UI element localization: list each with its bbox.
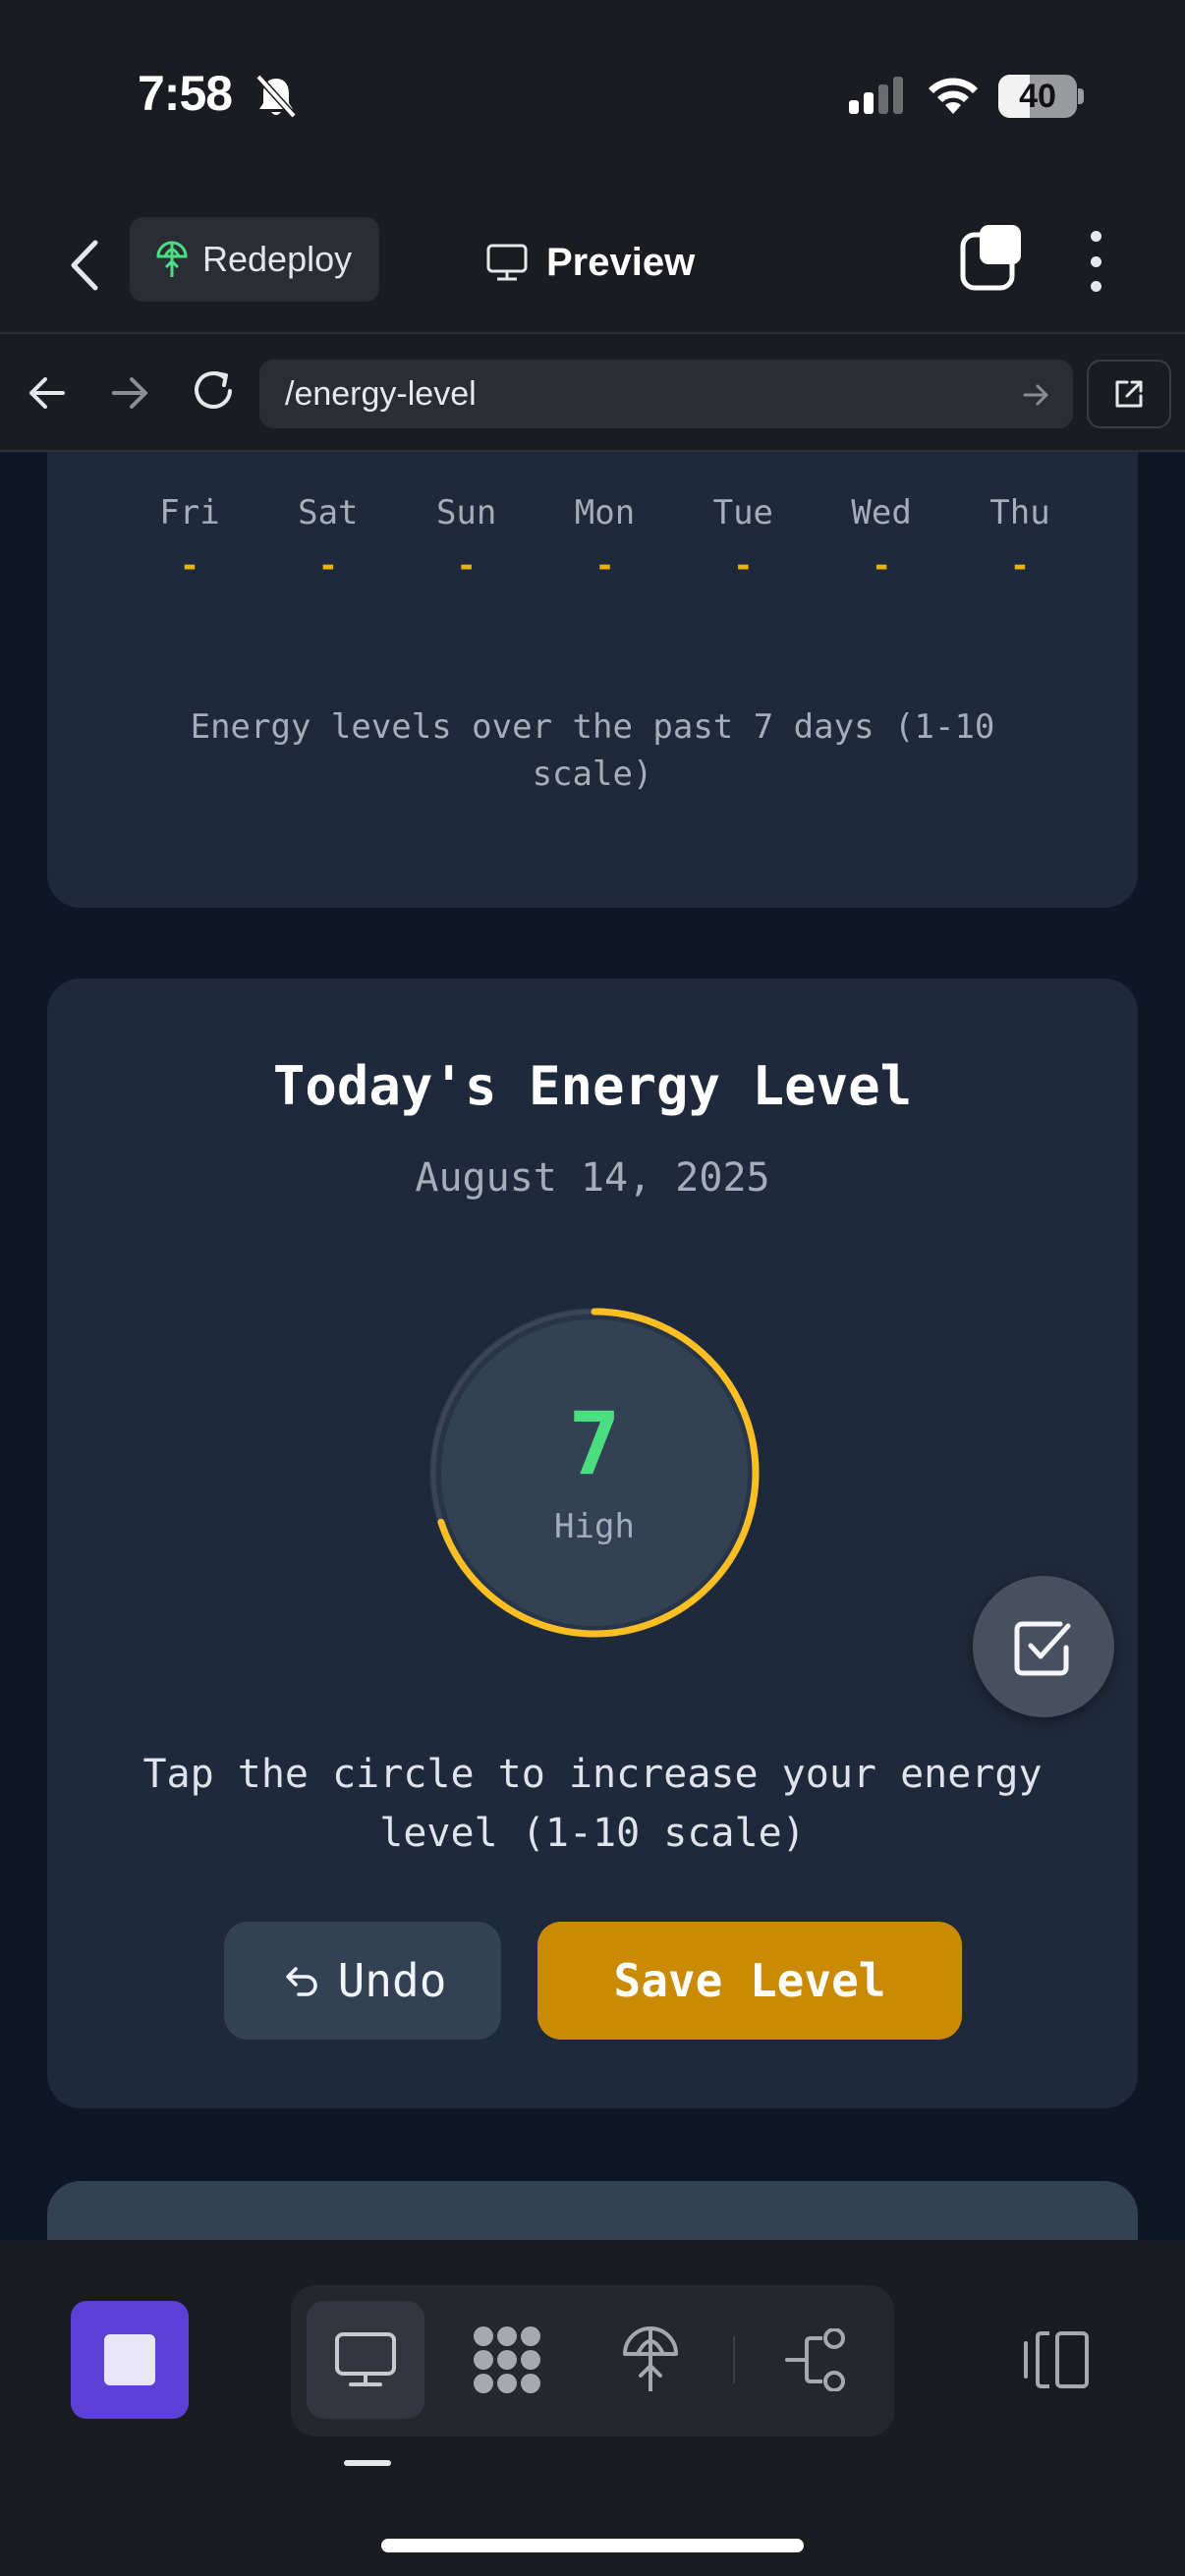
- instruction-text: Tap the circle to increase your energy l…: [142, 1752, 1043, 1856]
- redeploy-label: Redeploy: [202, 239, 353, 279]
- energy-history-card: Fri - Sat - Sun - Mon - Tue - Wed - Thu …: [47, 452, 1138, 908]
- undo-button[interactable]: Undo: [224, 1922, 501, 2040]
- tabs-button[interactable]: [958, 221, 1027, 296]
- panel-layout-icon: [1024, 2331, 1089, 2388]
- day-value: -: [317, 546, 339, 586]
- preview-tool-button[interactable]: [307, 2301, 424, 2419]
- active-tab-indicator: [344, 2460, 391, 2466]
- bell-muted-icon: [254, 73, 299, 125]
- day-column: Tue -: [694, 493, 792, 586]
- reload-icon: [195, 371, 232, 409]
- history-caption: Energy levels over the past 7 days (1-10…: [190, 707, 995, 794]
- day-name: Sun: [435, 493, 497, 532]
- days-row: Fri - Sat - Sun - Mon - Tue - Wed - Thu …: [159, 493, 1069, 586]
- arrow-right-icon: [1023, 384, 1048, 406]
- layout-toggle-button[interactable]: [1012, 2301, 1100, 2419]
- bottom-toolbar: [0, 2240, 1185, 2576]
- monitor-icon: [335, 2332, 396, 2386]
- checkbox-icon: [1014, 1621, 1071, 1676]
- energy-dial[interactable]: 7 High: [424, 1303, 764, 1643]
- battery-nub: [1078, 88, 1084, 104]
- url-text: /energy-level: [285, 374, 477, 413]
- day-value: -: [594, 546, 615, 586]
- day-column: Wed -: [832, 493, 931, 586]
- energy-level-label: High: [554, 1507, 635, 1546]
- day-column: Mon -: [555, 493, 653, 586]
- today-date: August 14, 2025: [415, 1155, 770, 1201]
- more-options-button[interactable]: [1081, 227, 1110, 296]
- preview-title: Preview: [485, 231, 695, 294]
- url-bar[interactable]: /energy-level: [259, 360, 1073, 428]
- day-column: Sun -: [418, 493, 516, 586]
- monitor-icon: [486, 244, 528, 281]
- day-name: Wed: [851, 493, 912, 532]
- day-value: -: [179, 546, 200, 586]
- arrow-right-icon: [112, 377, 147, 409]
- toolbar-divider: [733, 2336, 735, 2383]
- app-header: Redeploy Preview: [0, 192, 1185, 334]
- day-column: Thu -: [971, 493, 1069, 586]
- deploy-icon: [156, 241, 188, 277]
- chevron-left-icon: [71, 240, 98, 291]
- home-indicator: [381, 2539, 804, 2552]
- reload-button[interactable]: [189, 364, 240, 423]
- day-value: -: [733, 546, 754, 586]
- preview-content[interactable]: Fri - Sat - Sun - Mon - Tue - Wed - Thu …: [0, 452, 1185, 2240]
- open-external-button[interactable]: [1087, 360, 1171, 428]
- next-card: [47, 2181, 1138, 2240]
- day-name: Fri: [159, 493, 220, 532]
- grid-dots-icon: [474, 2326, 540, 2393]
- day-name: Mon: [574, 493, 636, 532]
- undo-label: Undo: [337, 1954, 447, 2007]
- browser-back-button[interactable]: [24, 367, 71, 423]
- stop-button[interactable]: [71, 2301, 189, 2419]
- battery-percent: 40: [1019, 78, 1056, 115]
- apps-tool-button[interactable]: [448, 2301, 566, 2419]
- day-name: Sat: [298, 493, 359, 532]
- day-name: Tue: [712, 493, 774, 532]
- today-energy-card: Today's Energy Level August 14, 2025 7 H…: [47, 979, 1138, 2108]
- tool-group: [291, 2285, 894, 2436]
- stop-icon: [104, 2334, 155, 2385]
- external-link-icon: [1115, 380, 1143, 408]
- browser-bar: /energy-level: [0, 334, 1185, 452]
- undo-icon: [285, 1967, 317, 1996]
- day-column: Fri -: [141, 493, 239, 586]
- day-value: -: [871, 546, 892, 586]
- today-title: Today's Energy Level: [272, 1055, 913, 1117]
- day-value: -: [456, 546, 477, 586]
- workflow-icon: [785, 2328, 845, 2391]
- redeploy-button[interactable]: Redeploy: [130, 217, 379, 302]
- day-name: Thu: [989, 493, 1050, 532]
- signal-icon: [847, 77, 906, 121]
- checklist-fab-button[interactable]: [973, 1576, 1114, 1717]
- deploy-icon: [623, 2326, 678, 2391]
- flow-tool-button[interactable]: [759, 2301, 876, 2419]
- wifi-icon: [926, 73, 981, 121]
- status-time: 7:58: [138, 66, 233, 121]
- status-bar: 7:58 40: [0, 0, 1185, 192]
- back-button[interactable]: [57, 231, 112, 300]
- save-level-button[interactable]: Save Level: [537, 1922, 962, 2040]
- day-value: -: [1009, 546, 1031, 586]
- battery-indicator: 40: [998, 75, 1077, 118]
- preview-label: Preview: [546, 240, 696, 284]
- tabs-icon: [960, 225, 1021, 291]
- browser-forward-button[interactable]: [106, 367, 153, 423]
- go-button[interactable]: [1020, 379, 1051, 420]
- deploy-tool-button[interactable]: [592, 2301, 709, 2419]
- energy-value: 7: [568, 1393, 621, 1494]
- arrow-left-icon: [29, 377, 65, 409]
- day-column: Sat -: [279, 493, 377, 586]
